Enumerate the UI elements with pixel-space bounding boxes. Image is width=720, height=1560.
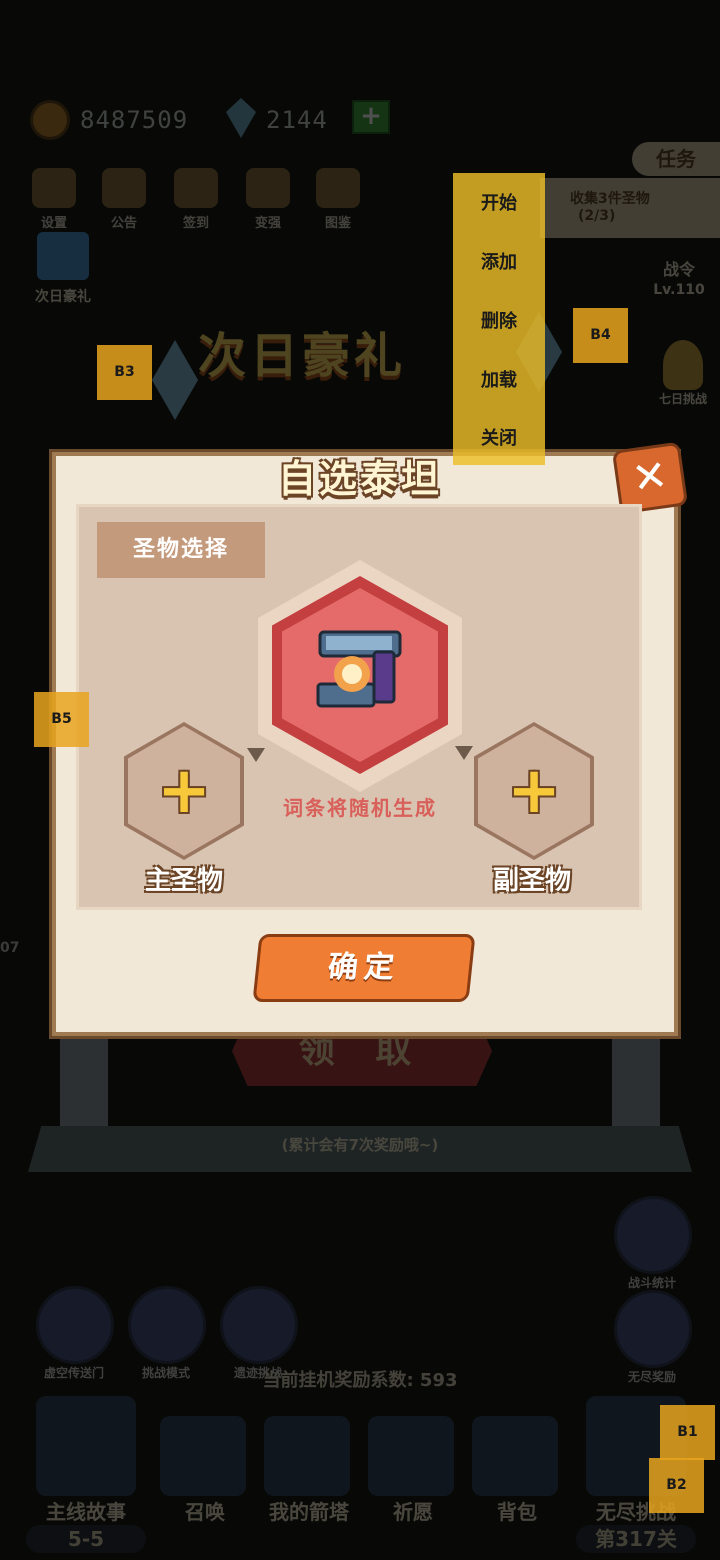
menu-item-load[interactable]: 加载: [453, 352, 545, 410]
arrow-down-icon: [455, 746, 473, 760]
tag-b2[interactable]: B2: [649, 1458, 704, 1513]
menu-item-start[interactable]: 开始: [453, 175, 545, 233]
menu-item-add[interactable]: 添加: [453, 234, 545, 292]
section-title: 圣物选择: [97, 522, 265, 578]
tag-b3[interactable]: B3: [97, 345, 152, 400]
tag-b1[interactable]: B1: [660, 1405, 715, 1460]
sub-relic-label: 副圣物: [492, 866, 571, 896]
modal-title: 自选泰坦: [277, 457, 442, 501]
confirm-button[interactable]: 确定: [252, 934, 476, 1002]
context-menu: 开始 添加 删除 加载 关闭: [453, 173, 545, 465]
main-relic-label: 主圣物: [144, 866, 223, 896]
tag-b5[interactable]: B5: [34, 692, 89, 747]
tag-b4[interactable]: B4: [573, 308, 628, 363]
menu-item-delete[interactable]: 删除: [453, 293, 545, 351]
menu-item-close[interactable]: 关闭: [453, 410, 545, 468]
random-affix-hint: 词条将随机生成: [283, 796, 437, 820]
close-icon: ✕: [628, 449, 671, 504]
arrow-down-icon: [247, 748, 265, 762]
relic-artifact-icon: [316, 630, 402, 708]
